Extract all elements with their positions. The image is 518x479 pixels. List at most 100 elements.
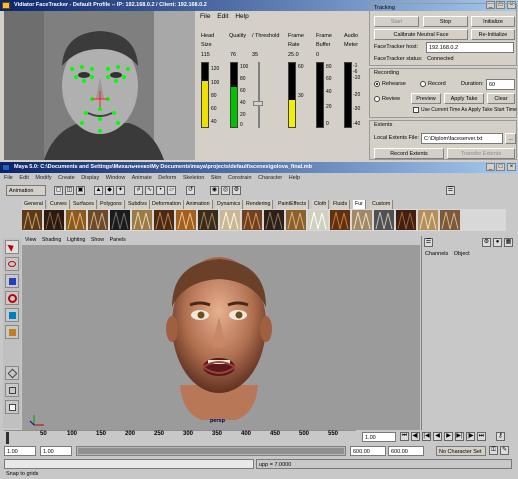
shelf-tab-polygons[interactable]: Polygons — [98, 200, 125, 209]
range-slider[interactable] — [76, 446, 346, 456]
menu-file[interactable]: File — [200, 13, 210, 20]
maya-menu-skeleton[interactable]: Skeleton — [183, 175, 204, 181]
show-channel-box-icon[interactable]: ☰ — [446, 186, 455, 195]
record-radio[interactable] — [420, 81, 426, 87]
time-slider[interactable]: 50 100 150 200 250 300 350 400 450 500 5… — [4, 430, 356, 444]
layout-single-icon[interactable] — [5, 366, 19, 380]
maya-maximize-button[interactable]: □ — [496, 163, 505, 171]
maya-menu-character[interactable]: Character — [258, 175, 282, 181]
channel-box-layout-icon[interactable]: ☰ — [424, 238, 433, 247]
step-back-key-icon[interactable]: |◀ — [422, 432, 431, 441]
maya-menu-window[interactable]: Window — [106, 175, 126, 181]
reinitialize-button[interactable]: Re-Initialize — [471, 29, 515, 40]
maya-menu-animate[interactable]: Animate — [132, 175, 152, 181]
object-menu[interactable]: Object — [454, 251, 470, 257]
command-line-input[interactable] — [4, 459, 254, 469]
save-scene-icon[interactable]: ▣ — [76, 186, 85, 195]
host-input[interactable]: 192.168.0.2 — [426, 42, 514, 53]
ipr-render-icon[interactable]: ◎ — [221, 186, 230, 195]
maya-menu-display[interactable]: Display — [81, 175, 99, 181]
shelf-tab-cloth[interactable]: Cloth — [312, 200, 330, 209]
preferences-icon[interactable]: ✎ — [500, 446, 509, 455]
play-backwards-icon[interactable]: ◀ — [433, 432, 442, 441]
maya-menu-help[interactable]: Help — [289, 175, 300, 181]
menu-help[interactable]: Help — [235, 13, 248, 20]
new-scene-icon[interactable]: ▢ — [54, 186, 63, 195]
select-component-icon[interactable]: ✦ — [116, 186, 125, 195]
shelf-tab-dynamics[interactable]: Dynamics — [215, 200, 244, 209]
maya-menu-modify[interactable]: Modify — [35, 175, 51, 181]
maya-menu-file[interactable]: File — [4, 175, 13, 181]
fur-preset-swatches[interactable] — [22, 209, 506, 231]
panel-menu-lighting[interactable]: Lighting — [67, 237, 86, 243]
scale-tool-icon[interactable] — [5, 308, 19, 322]
clear-button[interactable]: Clear — [487, 93, 515, 104]
channel-box-list-icon[interactable]: ▦ — [504, 238, 513, 247]
viewport[interactable]: persp — [22, 245, 420, 430]
maya-minimize-button[interactable]: _ — [486, 163, 495, 171]
move-tool-icon[interactable] — [5, 274, 19, 288]
current-frame-field[interactable]: 1.00 — [362, 432, 396, 442]
shelf-tab-general[interactable]: General — [22, 200, 46, 209]
shelf-tab-animation[interactable]: Animation — [184, 200, 213, 209]
maya-menu-edit[interactable]: Edit — [19, 175, 28, 181]
maya-menu-constrain[interactable]: Constrain — [228, 175, 252, 181]
range-end-field-2[interactable]: 600.00 — [388, 446, 424, 456]
select-hierarchy-icon[interactable]: ▲ — [94, 186, 103, 195]
calibrate-neutral-face-button[interactable]: Calibrate Neutral Face — [374, 29, 468, 40]
character-set-select[interactable]: No Character Set — [436, 446, 486, 456]
rehearse-radio[interactable] — [374, 81, 380, 87]
threshold-slider-thumb[interactable] — [253, 101, 263, 106]
apply-take-button[interactable]: Apply Take — [444, 93, 484, 104]
panel-menu-shading[interactable]: Shading — [42, 237, 61, 243]
layout-four-icon[interactable] — [5, 383, 19, 397]
stop-button[interactable]: Stop — [423, 16, 468, 27]
key-icon[interactable]: ⚿ — [489, 446, 498, 455]
mode-select[interactable]: Animation — [6, 185, 46, 196]
play-forwards-icon[interactable]: ▶ — [444, 432, 453, 441]
snap-grid-icon[interactable]: # — [134, 186, 143, 195]
step-forward-key-icon[interactable]: ▶| — [455, 432, 464, 441]
snap-plane-icon[interactable]: ▱ — [167, 186, 176, 195]
shelf-tab-custom[interactable]: Custom — [370, 200, 394, 209]
current-time-marker[interactable] — [6, 432, 9, 444]
shelf-tab-rendering[interactable]: Rendering — [244, 200, 274, 209]
render-globals-icon[interactable]: ⚙ — [232, 186, 241, 195]
menu-edit[interactable]: Edit — [217, 13, 228, 20]
select-object-icon[interactable]: ◆ — [105, 186, 114, 195]
go-to-end-icon[interactable]: ⏭ — [477, 432, 486, 441]
record-extents-button[interactable]: Record Extents — [374, 148, 444, 159]
snap-point-icon[interactable]: • — [156, 186, 165, 195]
review-radio[interactable] — [374, 96, 380, 102]
extents-file-input[interactable]: C:\Diplom\faceserver.txt — [421, 133, 503, 144]
initialize-button[interactable]: Initialize — [471, 16, 515, 27]
select-tool-icon[interactable] — [5, 240, 19, 254]
go-to-start-icon[interactable]: ⏮ — [400, 432, 409, 441]
shelf-tab-subdivs[interactable]: Subdivs — [126, 200, 150, 209]
shelf-tab-fur[interactable]: Fur — [353, 200, 366, 209]
panel-menu-panels[interactable]: Panels — [110, 237, 126, 243]
start-button[interactable]: Start — [374, 16, 419, 27]
maya-menu-deform[interactable]: Deform — [158, 175, 176, 181]
maya-menu-skin[interactable]: Skin — [211, 175, 222, 181]
render-icon[interactable]: ◉ — [210, 186, 219, 195]
transfer-extents-button[interactable]: Transfer Extents — [447, 148, 515, 159]
range-slider-handle[interactable] — [78, 448, 344, 454]
step-back-icon[interactable]: ◀| — [411, 432, 420, 441]
shelf-tab-fluids[interactable]: Fluids — [331, 200, 351, 209]
manipulator-tool-icon[interactable] — [5, 325, 19, 339]
channel-box-sphere-icon[interactable]: ● — [493, 238, 502, 247]
snap-curve-icon[interactable]: ∿ — [145, 186, 154, 195]
shelf-tab-surfaces[interactable]: Surfaces — [71, 200, 97, 209]
shelf-tab-deformation[interactable]: Deformation — [150, 200, 184, 209]
channels-menu[interactable]: Channels — [425, 251, 448, 257]
auto-key-icon[interactable]: ⚷ — [496, 432, 505, 441]
history-icon[interactable]: ↺ — [186, 186, 195, 195]
layout-outliner-icon[interactable] — [5, 400, 19, 414]
maya-menu-create[interactable]: Create — [58, 175, 75, 181]
rotate-tool-icon[interactable] — [5, 291, 19, 305]
panel-menu-view[interactable]: View — [25, 237, 36, 243]
lasso-tool-icon[interactable] — [5, 257, 19, 271]
range-start-field[interactable]: 1.00 — [4, 446, 36, 456]
preview-button[interactable]: Preview — [411, 93, 441, 104]
